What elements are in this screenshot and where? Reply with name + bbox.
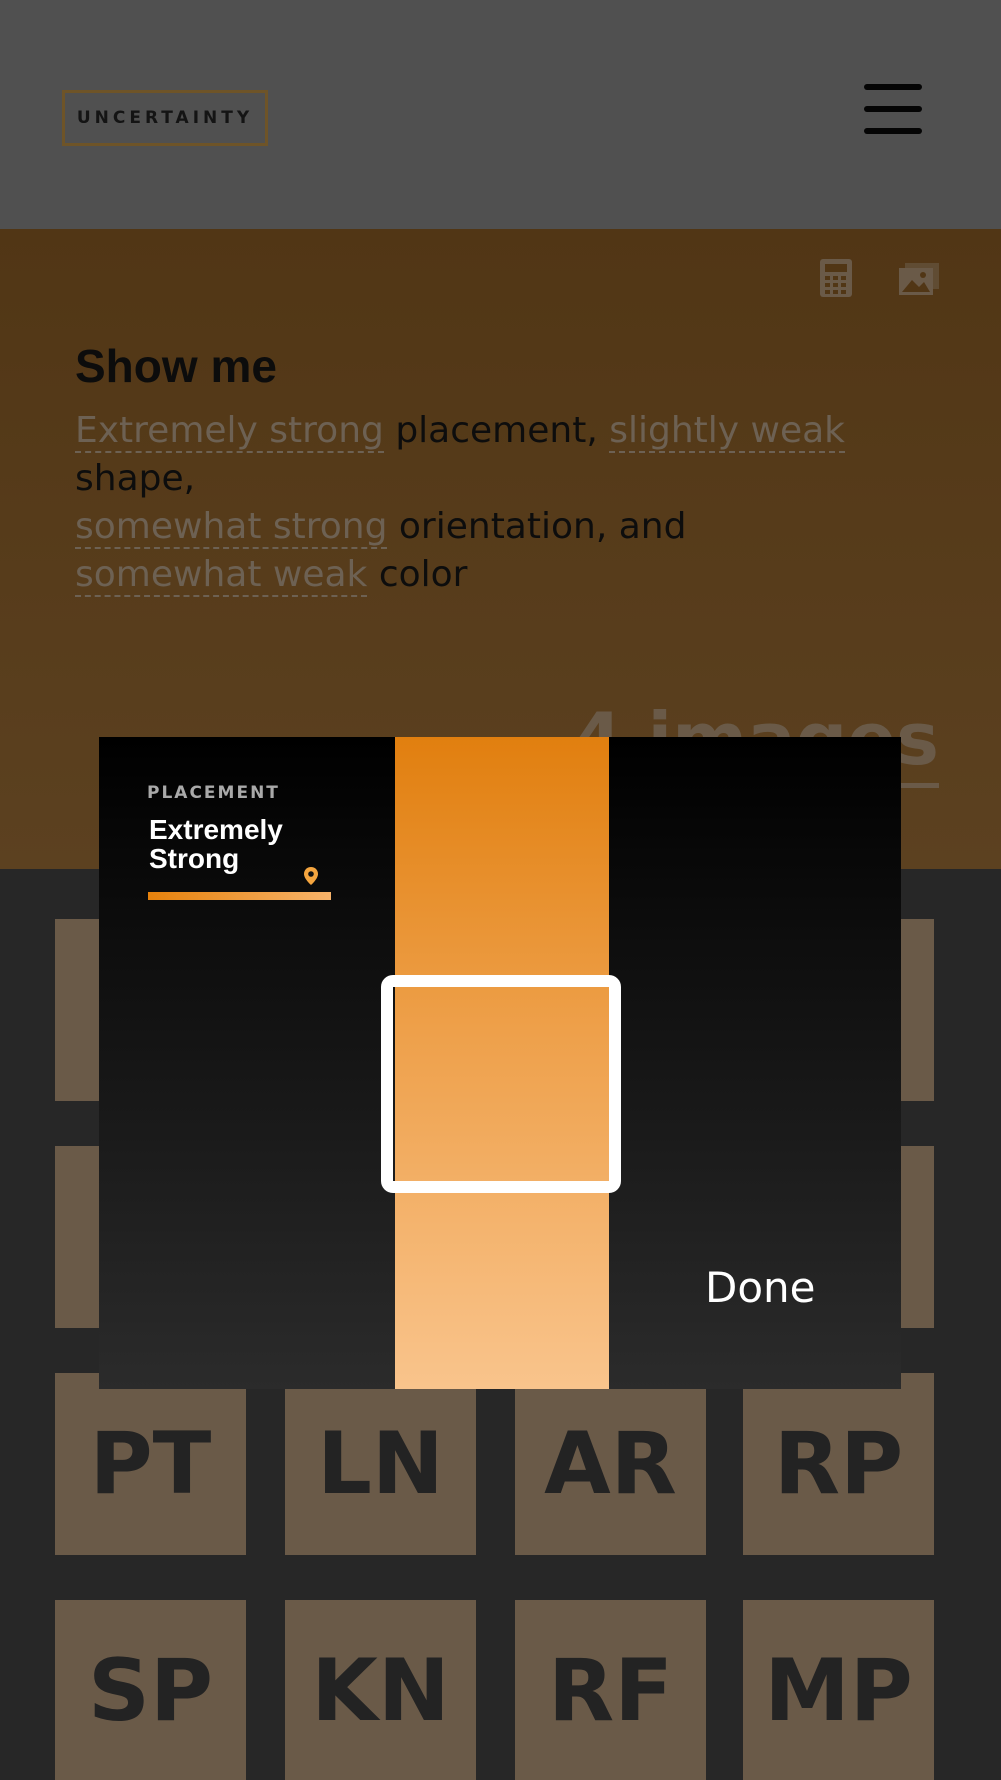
picker-value: Extremely Strong xyxy=(149,814,283,874)
placement-level-link[interactable]: Extremely strong xyxy=(75,410,384,453)
filter-sentence: Extremely strong placement, slightly wea… xyxy=(75,407,955,599)
menu-line xyxy=(864,84,922,90)
grid-tile[interactable]: RP xyxy=(743,1373,934,1555)
grid-tile[interactable]: MP xyxy=(743,1600,934,1780)
sentence-text: placement, xyxy=(383,410,610,451)
done-button[interactable]: Done xyxy=(705,1263,825,1312)
picker-label: PLACEMENT xyxy=(147,783,280,803)
grid-tile[interactable]: AR xyxy=(515,1373,706,1555)
grid-tile[interactable]: PT xyxy=(55,1373,246,1555)
sentence-text: color xyxy=(367,554,468,595)
grid-tile[interactable]: RF xyxy=(515,1600,706,1780)
app-header: UNCERTAINTY xyxy=(0,0,1001,229)
sentence-text: orientation, and xyxy=(387,506,687,547)
grid-tile[interactable]: SP xyxy=(55,1600,246,1780)
strength-bar xyxy=(148,892,331,900)
calculator-icon[interactable] xyxy=(820,259,852,297)
menu-line xyxy=(864,128,922,134)
orientation-level-link[interactable]: somewhat strong xyxy=(75,506,388,549)
menu-line xyxy=(864,106,922,112)
brand-logo-button[interactable]: UNCERTAINTY xyxy=(62,90,268,146)
shape-level-link[interactable]: slightly weak xyxy=(609,410,846,453)
page-title: Show me xyxy=(75,340,277,392)
grid-tile[interactable]: KN xyxy=(285,1600,476,1780)
grid-tile[interactable]: LN xyxy=(285,1373,476,1555)
level-picker-dialog: PLACEMENT Extremely Strong Done xyxy=(99,737,901,1389)
image-icon[interactable] xyxy=(899,263,939,295)
color-level-link[interactable]: somewhat weak xyxy=(75,554,368,597)
hamburger-menu-icon[interactable] xyxy=(862,80,924,136)
location-pin-icon xyxy=(304,867,318,885)
level-selector-handle[interactable] xyxy=(381,975,621,1193)
sentence-text: shape, xyxy=(75,458,196,499)
